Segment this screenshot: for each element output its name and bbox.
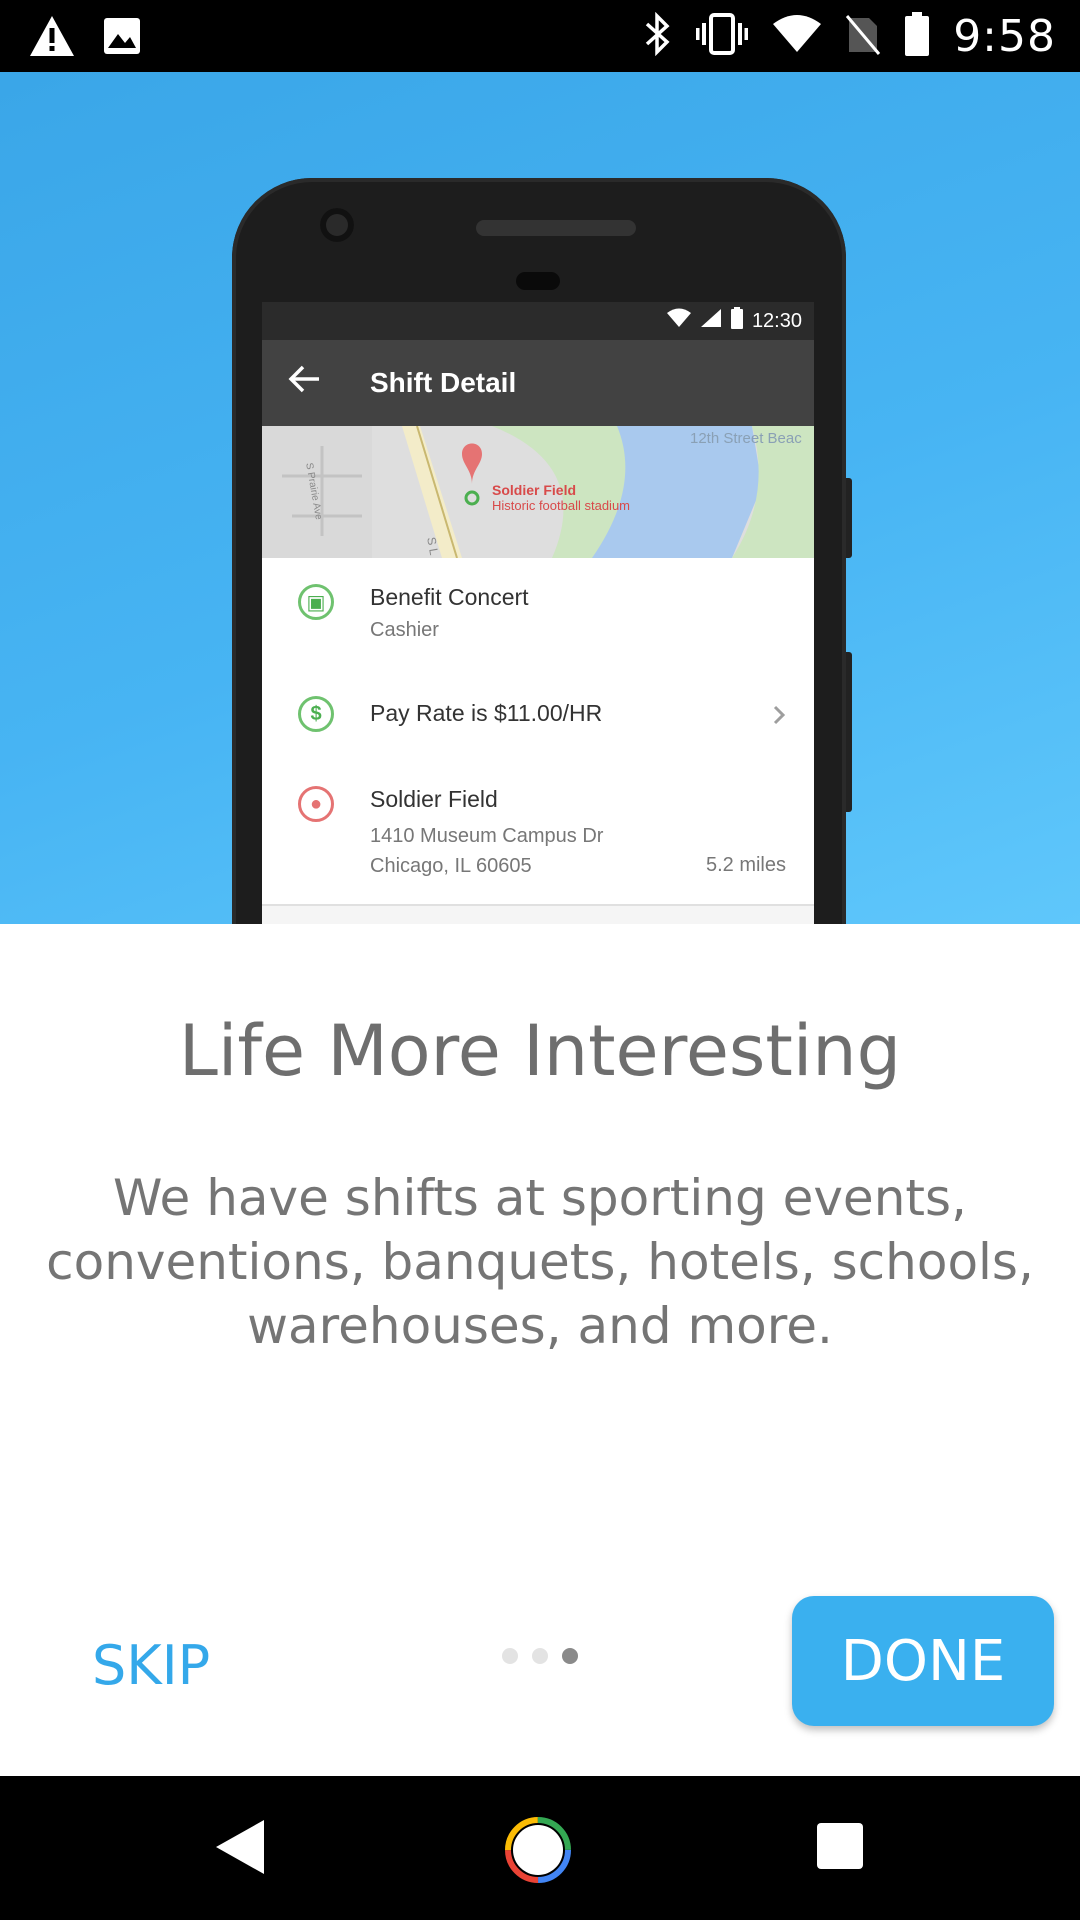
- back-icon[interactable]: [212, 1816, 268, 1883]
- status-bar: 9:58: [0, 0, 1080, 72]
- event-icon: ▣: [298, 584, 334, 620]
- no-sim-icon: [845, 12, 881, 61]
- screen-map: Soldier Field Historic football stadium …: [262, 426, 814, 558]
- screen-status-bar: 12:30: [262, 302, 814, 340]
- chevron-right-icon: [772, 704, 786, 731]
- pay-rate-row: $ Pay Rate is $11.00/HR: [262, 670, 814, 766]
- shift-event-row: ▣ Benefit Concert Cashier: [262, 558, 814, 670]
- recents-icon[interactable]: [816, 1822, 864, 1875]
- phone-camera: [320, 208, 354, 242]
- page-dot-2: [532, 1648, 548, 1664]
- hero-illustration: 12:30 Shift Detail Soldier Field Histori…: [0, 72, 1080, 924]
- home-icon[interactable]: [504, 1816, 572, 1889]
- map-place-name: Soldier Field: [492, 482, 577, 498]
- page-dot-3-active: [562, 1648, 578, 1664]
- location-row: ● Soldier Field 1410 Museum Campus Dr Ch…: [262, 766, 814, 904]
- status-time: 9:58: [953, 10, 1056, 62]
- map-place-desc: Historic football stadium: [492, 498, 630, 513]
- navigation-bar: [0, 1776, 1080, 1920]
- location-address-line1: 1410 Museum Campus Dr: [370, 825, 604, 847]
- dollar-icon: $: [298, 696, 334, 732]
- phone-speaker: [476, 220, 636, 236]
- location-address-line2: Chicago, IL 60605: [370, 855, 532, 877]
- wifi-icon: [771, 14, 823, 59]
- screen-battery-icon: [730, 307, 744, 335]
- screen-status-time: 12:30: [751, 309, 802, 332]
- map-street-label-2: S L: [424, 536, 442, 557]
- image-icon: [102, 16, 142, 61]
- warning-icon: [28, 14, 76, 63]
- screen-back-arrow-icon: [262, 364, 346, 402]
- phone-sensor: [516, 272, 560, 290]
- page-dot-1: [502, 1648, 518, 1664]
- screen-app-bar: Shift Detail: [262, 340, 814, 426]
- skip-button[interactable]: SKIP: [92, 1634, 210, 1697]
- map-beach-label: 12th Street Beac: [690, 430, 802, 447]
- location-name: Soldier Field: [370, 786, 498, 812]
- battery-icon: [903, 11, 931, 62]
- done-button[interactable]: DONE: [792, 1596, 1054, 1726]
- screen-title: Shift Detail: [370, 367, 517, 398]
- shift-event-title: Benefit Concert: [370, 584, 529, 610]
- onboarding-description: We have shifts at sporting events, conve…: [46, 1169, 1034, 1355]
- screen-divider: [262, 904, 814, 906]
- phone-screen: 12:30 Shift Detail Soldier Field Histori…: [262, 302, 814, 924]
- pay-rate-text: Pay Rate is $11.00/HR: [370, 700, 603, 726]
- onboarding-title: Life More Interesting: [178, 1010, 902, 1092]
- shift-event-role: Cashier: [370, 619, 439, 641]
- bluetooth-icon: [643, 11, 673, 61]
- vibrate-icon: [695, 12, 749, 61]
- page-indicator: [502, 1648, 578, 1664]
- location-pin-icon: ●: [298, 786, 334, 822]
- screen-wifi-icon: [666, 308, 692, 334]
- location-distance: 5.2 miles: [705, 854, 786, 876]
- screen-signal-icon: [700, 308, 722, 334]
